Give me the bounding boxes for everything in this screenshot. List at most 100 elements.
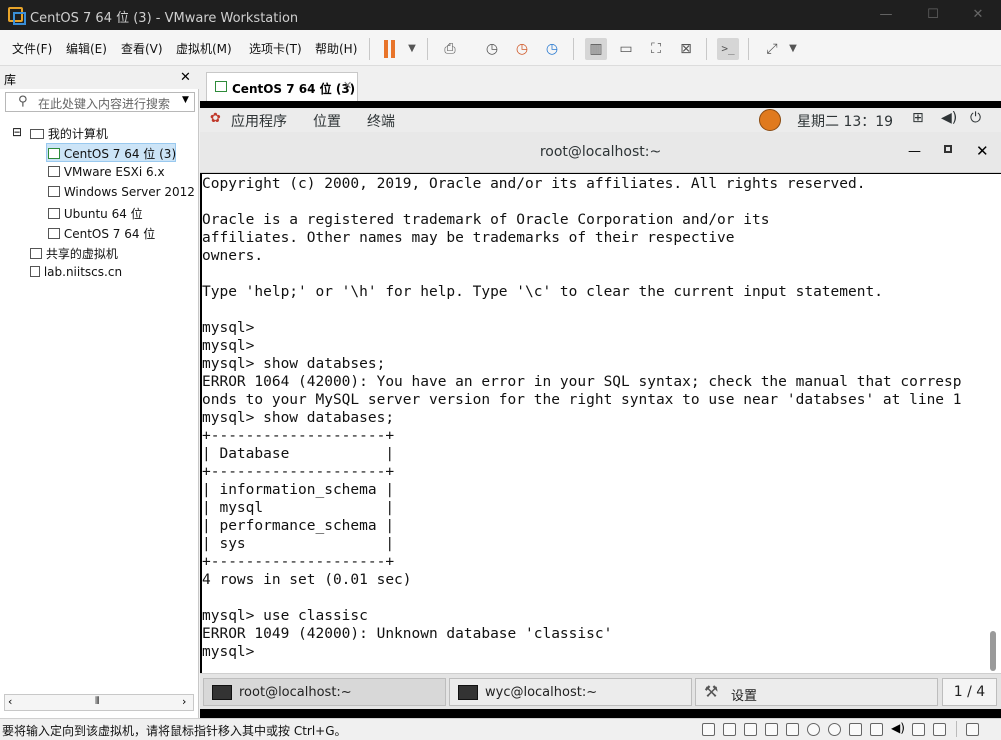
server-icon [30, 266, 40, 277]
library-view-icon[interactable]: ▥ [585, 38, 607, 60]
fullscreen-icon[interactable]: ⛶ [645, 38, 667, 60]
gnome-applications-menu[interactable]: 应用程序 [231, 111, 287, 131]
maximize-button[interactable]: ☐ [910, 0, 956, 30]
terminal-line: +--------------------+ [202, 464, 395, 480]
task-item-wyc-terminal[interactable]: wyc@localhost:~ [449, 678, 692, 706]
task-label: root@localhost:~ [239, 685, 352, 700]
vm-console[interactable]: ✿ 应用程序 位置 终端 星期二 13：19 ⊞ ◀) ⏻ root@local… [200, 101, 1001, 718]
hdd-icon[interactable] [702, 723, 715, 736]
toolbar-separator [369, 38, 370, 60]
menu-edit[interactable]: 编辑(E) [66, 40, 107, 57]
status-bar: 要将输入定向到该虚拟机，请将鼠标指针移入其中或按 Ctrl+G。 ◀) [0, 718, 1001, 740]
tree-label: 共享的虚拟机 [45, 247, 118, 261]
vm-icon [48, 186, 60, 197]
tree-label: lab.niitscs.cn [43, 265, 123, 279]
cdrom-icon[interactable] [828, 723, 841, 736]
stretch-icon[interactable]: ⤢ [761, 38, 783, 60]
tree-item-vm[interactable]: Windows Server 2012 [48, 185, 195, 199]
window-title: CentOS 7 64 位 (3) - VMware Workstation [30, 11, 299, 26]
tree-item-remote-host[interactable]: lab.niitscs.cn [30, 265, 122, 279]
user-avatar-icon[interactable] [759, 109, 781, 131]
library-panel: 库 ✕ ⚲ 在此处键入内容进行搜索 ▼ ⊟ 我的计算机 CentOS 7 64 … [0, 67, 199, 718]
send-keys-icon[interactable]: ⎙ [439, 38, 461, 60]
tree-item-shared[interactable]: 共享的虚拟机 [30, 245, 118, 262]
menu-help[interactable]: 帮助(H) [315, 40, 357, 57]
tree-collapse-icon[interactable]: ⊟ [12, 125, 22, 139]
cdrom-icon[interactable] [807, 723, 820, 736]
scroll-right-icon[interactable]: › [182, 695, 186, 708]
vmware-logo-icon [8, 7, 26, 25]
gnome-clock[interactable]: 星期二 13：19 [797, 111, 893, 131]
tab-close-button[interactable]: ✕ [343, 79, 352, 92]
search-dropdown-icon[interactable]: ▼ [182, 95, 189, 105]
tab-vm[interactable]: CentOS 7 64 位 (3) ✕ [206, 72, 358, 101]
revert-snapshot-icon[interactable]: ◷ [511, 38, 533, 60]
pause-dropdown-icon[interactable]: ▼ [401, 38, 423, 60]
terminal-scrollbar-thumb[interactable] [990, 631, 996, 671]
volume-icon[interactable]: ◀) [941, 110, 957, 126]
search-placeholder: 在此处键入内容进行搜索 [38, 97, 171, 111]
terminal-line: owners. [202, 248, 264, 264]
tree-item-my-computer[interactable]: 我的计算机 [30, 125, 108, 142]
menu-vm[interactable]: 虚拟机(M) [176, 40, 232, 57]
snapshot-icon[interactable]: ◷ [481, 38, 503, 60]
tree-item-vm[interactable]: CentOS 7 64 位 [48, 225, 155, 242]
terminal-line: | mysql | [202, 500, 395, 516]
terminal-close-button[interactable]: ✕ [976, 142, 989, 160]
pause-icon-bar[interactable] [391, 40, 395, 58]
toolbar-separator [573, 38, 574, 60]
workspace-pager[interactable]: 1 / 4 [942, 678, 997, 706]
unity-icon[interactable]: ⊠ [675, 38, 697, 60]
hdd-icon[interactable] [786, 723, 799, 736]
hdd-icon[interactable] [744, 723, 757, 736]
tree-item-vm[interactable]: VMware ESXi 6.x [48, 165, 165, 179]
hdd-icon[interactable] [723, 723, 736, 736]
terminal-line: mysql> [202, 338, 255, 354]
minimize-button[interactable]: — [863, 0, 909, 30]
terminal-icon [458, 685, 478, 700]
gnome-foot-icon: ✿ [210, 111, 221, 126]
stretch-dropdown-icon[interactable]: ▼ [782, 38, 804, 60]
sound-icon[interactable]: ◀) [891, 721, 905, 735]
hdd-icon[interactable] [765, 723, 778, 736]
terminal-line: | performance_schema | [202, 518, 395, 534]
menu-view[interactable]: 查看(V) [121, 40, 163, 57]
message-log-icon[interactable] [966, 723, 979, 736]
thumbnail-view-icon[interactable]: ▭ [615, 38, 637, 60]
display-icon[interactable] [933, 723, 946, 736]
terminal-minimize-button[interactable]: — [908, 144, 921, 159]
library-search-input[interactable]: ⚲ 在此处键入内容进行搜索 ▼ [5, 92, 195, 112]
tree-item-vm[interactable]: CentOS 7 64 位 (3) [48, 145, 176, 162]
terminal-output[interactable]: Copyright (c) 2000, 2019, Oracle and/or … [202, 174, 1001, 674]
usb-icon[interactable] [912, 723, 925, 736]
network-icon[interactable]: ⊞ [912, 110, 924, 126]
menu-tabs[interactable]: 选项卡(T) [249, 40, 302, 57]
settings-icon: ⚒ [704, 682, 719, 701]
gnome-terminal-menu[interactable]: 终端 [367, 111, 395, 131]
menu-file[interactable]: 文件(F) [12, 40, 52, 57]
pause-icon[interactable] [384, 40, 388, 58]
network-adapter-icon[interactable] [849, 723, 862, 736]
library-header: 库 ✕ [0, 67, 199, 89]
tree-item-vm[interactable]: Ubuntu 64 位 [48, 205, 143, 222]
terminal-line: mysql> show databases; [202, 410, 395, 426]
scroll-thumb-icon[interactable]: ⦀ [95, 696, 99, 707]
tab-bar: CentOS 7 64 位 (3) ✕ [200, 67, 1001, 101]
title-bar: CentOS 7 64 位 (3) - VMware Workstation —… [0, 0, 1001, 30]
task-item-root-terminal[interactable]: root@localhost:~ [203, 678, 446, 706]
close-window-button[interactable]: ✕ [955, 0, 1001, 30]
terminal-line: | Database | [202, 446, 395, 462]
tree-label: Windows Server 2012 [63, 185, 195, 199]
library-close-button[interactable]: ✕ [180, 70, 191, 85]
scroll-left-icon[interactable]: ‹ [8, 695, 12, 708]
power-icon[interactable]: ⏻ [970, 110, 981, 126]
library-horizontal-scrollbar[interactable]: ‹ ⦀ › [4, 694, 194, 711]
tree-label: VMware ESXi 6.x [63, 165, 165, 179]
console-view-icon[interactable]: >_ [717, 38, 739, 60]
task-item-settings[interactable]: ⚒ 设置 [695, 678, 938, 706]
snapshot-manager-icon[interactable]: ◷ [541, 38, 563, 60]
printer-icon[interactable] [870, 723, 883, 736]
terminal-maximize-button[interactable] [944, 145, 952, 153]
gnome-places-menu[interactable]: 位置 [313, 111, 341, 131]
terminal-line: Copyright (c) 2000, 2019, Oracle and/or … [202, 176, 866, 192]
